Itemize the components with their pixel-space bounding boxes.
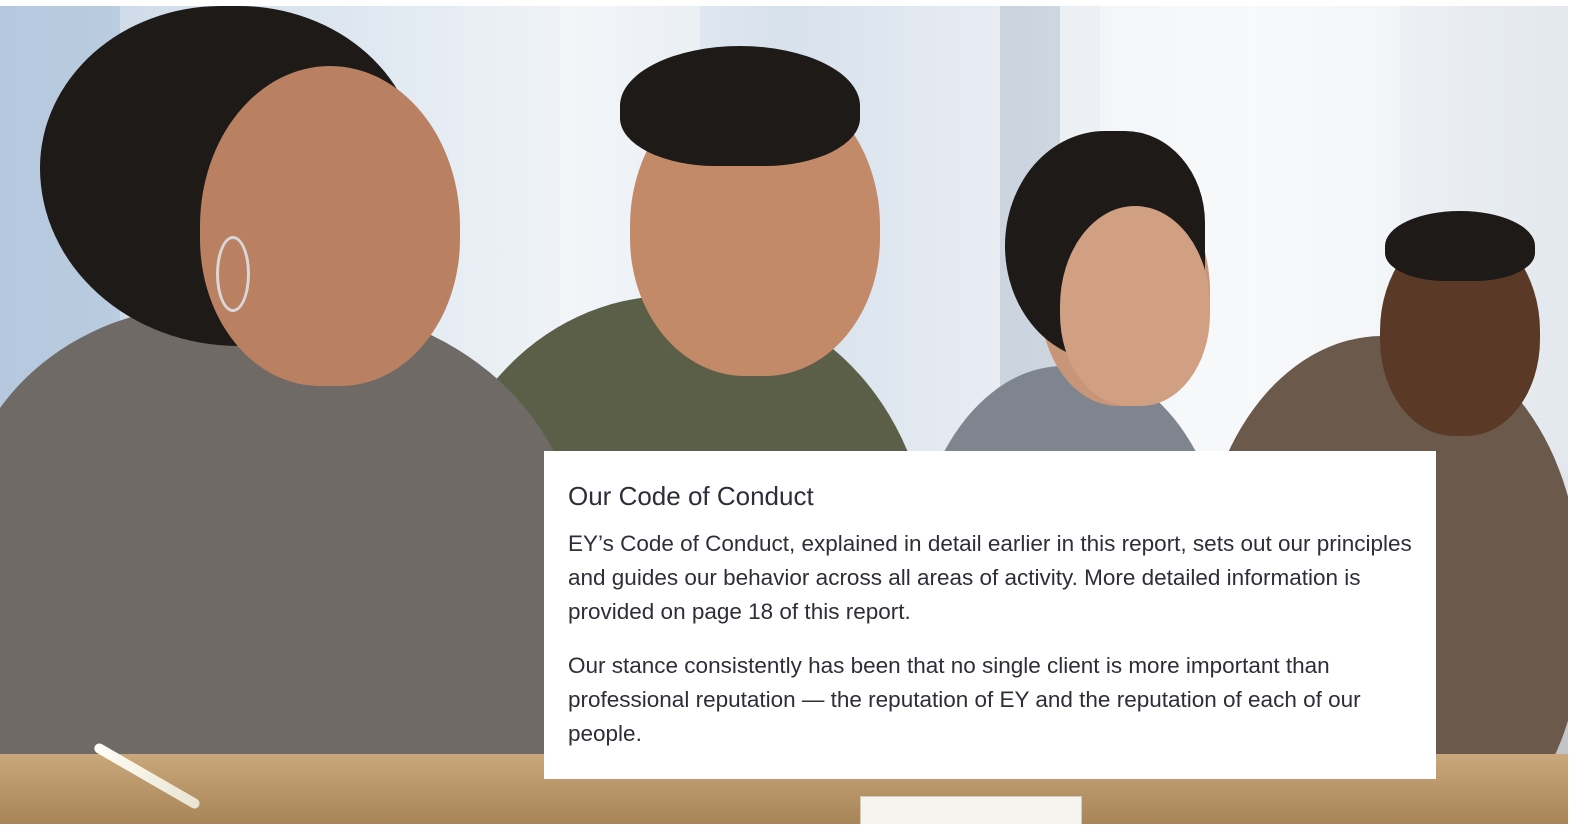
report-page: Our Code of Conduct EY’s Code of Conduct… bbox=[0, 0, 1588, 834]
card-paragraph: EY’s Code of Conduct, explained in detai… bbox=[568, 531, 1412, 624]
person-head bbox=[200, 66, 460, 386]
person-hair bbox=[1385, 211, 1535, 281]
person-body bbox=[0, 306, 580, 824]
notebook bbox=[860, 796, 1082, 824]
code-of-conduct-card: Our Code of Conduct EY’s Code of Conduct… bbox=[544, 451, 1436, 779]
card-paragraph: Our stance consistently has been that no… bbox=[568, 653, 1361, 746]
earring-icon bbox=[216, 236, 250, 312]
person-hair bbox=[620, 46, 860, 166]
card-title: Our Code of Conduct bbox=[568, 481, 814, 511]
person-face bbox=[1060, 206, 1210, 406]
